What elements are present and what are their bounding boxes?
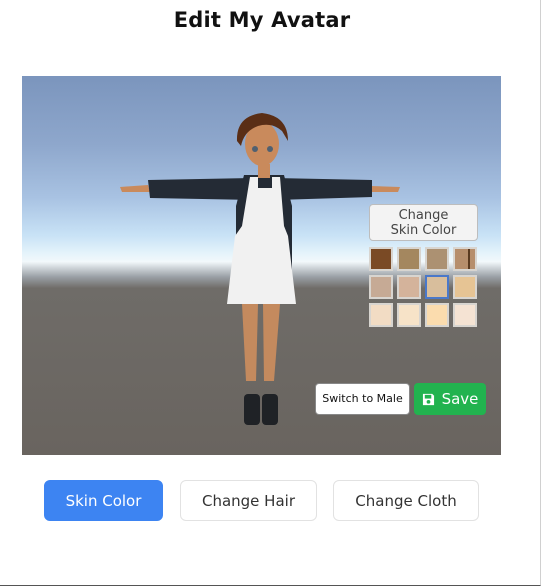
change-skin-color-label-line2: Skin Color: [390, 223, 457, 238]
skin-swatch-1[interactable]: [369, 247, 393, 271]
tab-skin-color[interactable]: Skin Color: [44, 480, 163, 521]
avatar-left-shoe: [244, 394, 260, 425]
skin-swatch-6[interactable]: [397, 275, 421, 299]
swatch-cursor-mark: [468, 249, 470, 269]
skin-swatch-10[interactable]: [397, 303, 421, 327]
save-button-label: Save: [441, 390, 479, 408]
tab-change-hair[interactable]: Change Hair: [180, 480, 317, 521]
avatar-left-leg: [242, 304, 258, 381]
save-button[interactable]: Save: [414, 383, 486, 415]
skin-swatch-2[interactable]: [397, 247, 421, 271]
change-skin-color-button[interactable]: Change Skin Color: [369, 204, 478, 241]
skin-swatch-4[interactable]: [453, 247, 477, 271]
change-skin-color-label-line1: Change: [398, 208, 449, 223]
skin-swatch-7[interactable]: [425, 275, 449, 299]
skin-swatch-11[interactable]: [425, 303, 449, 327]
avatar-right-eye: [267, 146, 273, 152]
avatar-left-hand: [120, 185, 150, 192]
avatar-neck: [258, 164, 270, 178]
floppy-disk-icon: [422, 393, 434, 405]
avatar-right-hand: [371, 186, 400, 192]
avatar-viewport[interactable]: Change Skin Color Switch to Male Save: [22, 76, 501, 455]
skin-swatch-5[interactable]: [369, 275, 393, 299]
page-title: Edit My Avatar: [173, 8, 351, 32]
switch-to-male-button[interactable]: Switch to Male: [315, 383, 410, 415]
skin-swatch-8[interactable]: [453, 275, 477, 299]
tab-change-cloth[interactable]: Change Cloth: [333, 480, 479, 521]
skin-swatch-9[interactable]: [369, 303, 393, 327]
skin-swatch-3[interactable]: [425, 247, 449, 271]
avatar-right-shoe: [262, 394, 278, 425]
avatar-left-eye: [252, 146, 258, 152]
skin-swatch-12[interactable]: [453, 303, 477, 327]
skin-color-swatch-grid: [369, 247, 479, 327]
avatar-right-leg: [263, 304, 280, 381]
